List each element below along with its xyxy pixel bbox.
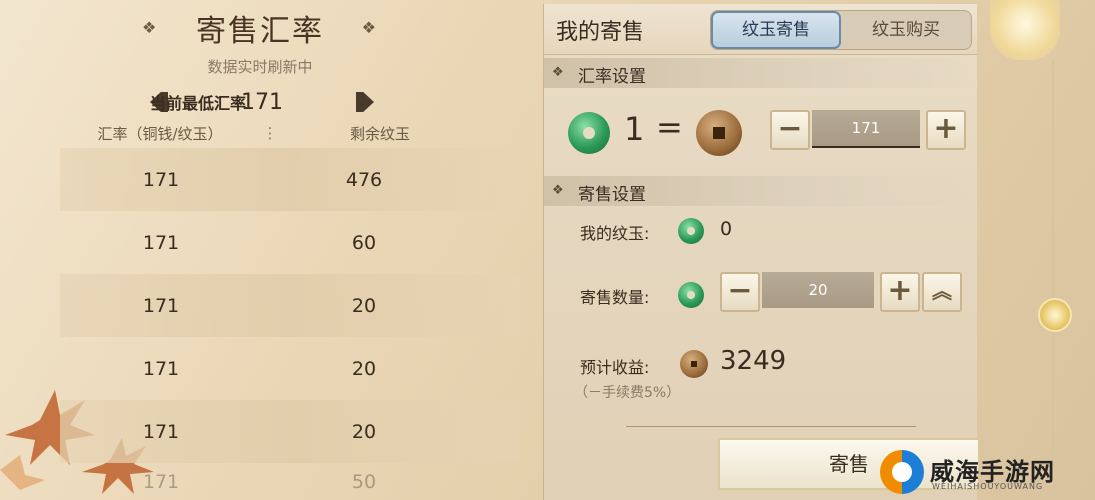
fee-note: （－手续费5%） xyxy=(574,385,681,401)
row-remaining: 20 xyxy=(351,294,377,317)
quantity-label: 寄售数量: xyxy=(580,288,650,307)
row-rate: 171 xyxy=(142,168,180,191)
row-remaining: 476 xyxy=(345,168,383,191)
table-row[interactable]: 171 20 xyxy=(60,337,520,400)
row-rate: 171 xyxy=(142,471,180,493)
scroll-track xyxy=(1052,60,1054,480)
ornament-icon: ❖ xyxy=(361,18,378,37)
table-row[interactable]: 171 20 xyxy=(60,274,520,337)
scroll-handle[interactable] xyxy=(1038,298,1072,332)
equals-sign: = xyxy=(656,108,683,146)
watermark-subtext: WEIHAISHOUYOUWANG xyxy=(932,482,1044,491)
tab-bar: 纹玉寄售 纹玉购买 xyxy=(710,10,972,50)
lantern-icon xyxy=(990,0,1060,60)
min-rate-label: 当前最低汇率 xyxy=(150,94,247,113)
table-row[interactable]: 171 476 xyxy=(60,148,520,211)
sell-settings-bar: ❖ 寄售设置 xyxy=(544,176,977,206)
my-jade-value: 0 xyxy=(720,218,733,240)
bracket-right-icon xyxy=(356,92,374,112)
row-rate: 171 xyxy=(142,357,180,380)
tab-jade-buy[interactable]: 纹玉购买 xyxy=(841,11,971,49)
table-row[interactable]: 171 60 xyxy=(60,211,520,274)
tab-jade-sell[interactable]: 纹玉寄售 xyxy=(711,11,841,49)
divider xyxy=(626,426,916,427)
table-row[interactable]: 171 50 xyxy=(60,463,520,493)
row-remaining: 20 xyxy=(351,420,377,443)
rate-table: 171 476 171 60 171 20 171 20 171 20 171 … xyxy=(60,148,520,493)
row-rate: 171 xyxy=(142,231,180,254)
rate-input[interactable]: 171 xyxy=(812,110,920,148)
rate-decrease-button[interactable]: − xyxy=(770,110,810,150)
my-sale-title: 我的寄售 xyxy=(556,20,645,45)
ornament-icon: ❖ xyxy=(142,18,159,37)
row-rate: 171 xyxy=(142,294,180,317)
quantity-input[interactable]: 20 xyxy=(762,272,874,308)
rate-lhs: 1 xyxy=(624,110,645,148)
row-remaining: 60 xyxy=(351,231,377,254)
jade-icon xyxy=(678,218,704,244)
income-value: 3249 xyxy=(720,346,787,376)
quantity-decrease-button[interactable]: − xyxy=(720,272,760,312)
table-row[interactable]: 171 20 xyxy=(60,400,520,463)
watermark: 威海手游网 WEIHAISHOUYOUWANG xyxy=(880,450,1090,496)
quantity-max-button[interactable]: ︽ xyxy=(922,272,962,312)
income-label: 预计收益: xyxy=(580,358,650,377)
min-rate-value: 171 xyxy=(241,89,283,115)
jade-icon xyxy=(568,112,610,154)
copper-coin-icon xyxy=(696,110,742,156)
quantity-increase-button[interactable]: + xyxy=(880,272,920,312)
column-header-remaining: 剩余纹玉 xyxy=(349,124,410,143)
column-divider-icon: ⋮ xyxy=(262,124,278,142)
panel-header: 我的寄售 纹玉寄售 纹玉购买 xyxy=(544,4,977,55)
row-remaining: 20 xyxy=(351,357,377,380)
refresh-subtitle: 数据实时刷新中 xyxy=(207,58,313,76)
row-remaining: 50 xyxy=(351,471,377,493)
table-header: 汇率（铜钱/纹玉） ⋮ 剩余纹玉 xyxy=(60,118,480,148)
ornament-icon: ❖ xyxy=(552,183,564,198)
rate-settings-bar: ❖ 汇率设置 xyxy=(544,58,977,88)
min-rate-display: 当前最低汇率 171 xyxy=(150,88,374,116)
site-logo-icon xyxy=(880,450,924,494)
panel-title: ❖ 寄售汇率 ❖ xyxy=(142,14,378,49)
rate-increase-button[interactable]: + xyxy=(926,110,966,150)
ornament-icon: ❖ xyxy=(552,65,564,80)
my-sale-panel: 我的寄售 纹玉寄售 纹玉购买 ❖ 汇率设置 1 = − 171 + ❖ 寄售设置… xyxy=(543,4,980,500)
rate-panel: ❖ 寄售汇率 ❖ 数据实时刷新中 当前最低汇率 171 汇率（铜钱/纹玉） ⋮ … xyxy=(0,0,520,500)
row-rate: 171 xyxy=(142,420,180,443)
column-header-rate: 汇率（铜钱/纹玉） xyxy=(97,124,223,143)
side-decoration xyxy=(990,0,1095,500)
my-jade-label: 我的纹玉: xyxy=(580,224,650,243)
jade-icon xyxy=(678,282,704,308)
sell-settings-title: 寄售设置 xyxy=(578,185,646,205)
copper-coin-icon xyxy=(680,350,708,378)
rate-settings-title: 汇率设置 xyxy=(578,67,646,87)
